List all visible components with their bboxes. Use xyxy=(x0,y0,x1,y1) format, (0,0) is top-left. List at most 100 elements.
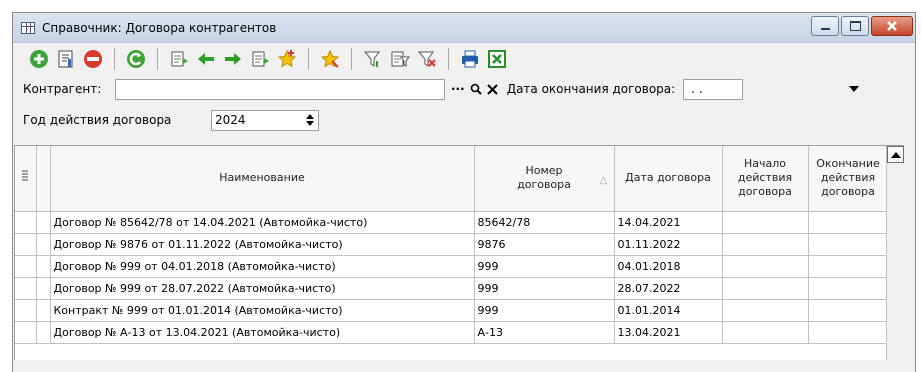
table-row[interactable]: Договор № 9876 от 01.11.2022 (Автомойка-… xyxy=(15,233,889,256)
paste-doc-icon xyxy=(252,51,269,67)
arrow-right-icon xyxy=(225,53,241,65)
cell-date: 14.04.2021 xyxy=(614,211,723,234)
row-selector[interactable] xyxy=(15,299,37,322)
row-selector[interactable] xyxy=(15,233,37,256)
chevron-down-icon[interactable] xyxy=(849,85,860,93)
cell-start xyxy=(722,277,809,300)
header-end[interactable]: Окончание действия договора xyxy=(808,146,889,212)
toolbar-separator xyxy=(157,48,158,70)
table-row[interactable]: Контракт № 999 от 01.01.2014 (Автомойка-… xyxy=(15,299,889,322)
filter-clear-icon xyxy=(417,51,436,67)
filter-set-icon xyxy=(391,51,410,67)
excel-export-button[interactable] xyxy=(485,47,509,71)
print-button[interactable] xyxy=(458,47,482,71)
move-right-button[interactable] xyxy=(221,47,245,71)
copy-doc-icon xyxy=(171,51,188,67)
print-icon xyxy=(462,50,478,68)
vertical-scrollbar[interactable] xyxy=(886,146,904,360)
refresh-button[interactable] xyxy=(124,47,148,71)
add-button[interactable] xyxy=(27,47,51,71)
toolbar-separator xyxy=(308,48,309,70)
row-selector[interactable] xyxy=(15,255,37,278)
copy-doc-button[interactable] xyxy=(167,47,191,71)
add-icon xyxy=(30,50,48,68)
contracts-table: Наименование Номер договора △ Дата догов… xyxy=(14,145,904,360)
toolbar-separator xyxy=(114,48,115,70)
toolbar-separator xyxy=(351,48,352,70)
cell-start xyxy=(722,299,809,322)
filter-panel: Контрагент: ··· Дата окончания договора:… xyxy=(13,76,915,133)
row-selector[interactable] xyxy=(15,211,37,234)
row-indicator xyxy=(36,277,51,300)
cell-date: 04.01.2018 xyxy=(614,255,723,278)
row-selector[interactable] xyxy=(15,277,37,300)
table-row[interactable]: Договор № 999 от 04.01.2018 (Автомойка-ч… xyxy=(15,255,889,278)
edit-button[interactable] xyxy=(54,47,78,71)
header-number[interactable]: Номер договора △ xyxy=(474,146,615,212)
header-date[interactable]: Дата договора xyxy=(614,146,723,212)
close-button[interactable] xyxy=(871,16,913,36)
minimize-button[interactable] xyxy=(811,16,839,36)
favorites-button[interactable] xyxy=(318,47,342,71)
end-date-label: Дата окончания договора: xyxy=(506,82,676,96)
cell-number: 999 xyxy=(474,299,615,322)
header-number-label: Номер договора xyxy=(517,164,571,192)
year-value: 2024 xyxy=(215,113,246,127)
filter-set-button[interactable] xyxy=(388,47,412,71)
cell-end xyxy=(808,255,889,278)
add-favorite-button[interactable] xyxy=(275,47,299,71)
stepper-arrows-icon[interactable] xyxy=(306,114,314,126)
end-date-input[interactable]: . . xyxy=(683,78,744,100)
columns-menu-icon xyxy=(22,170,29,181)
cell-end xyxy=(808,299,889,322)
table-row[interactable]: Договор № 999 от 28.07.2022 (Автомойка-ч… xyxy=(15,277,889,300)
filter-clear-button[interactable] xyxy=(415,47,439,71)
header-name[interactable]: Наименование xyxy=(50,146,475,212)
table-row[interactable]: Договор № А-13 от 13.04.2021 (Автомойка-… xyxy=(15,321,889,344)
add-favorite-icon xyxy=(277,49,297,68)
header-start[interactable]: Начало действия договора xyxy=(722,146,809,212)
cell-name: Договор № 999 от 28.07.2022 (Автомойка-ч… xyxy=(50,277,475,300)
window-title: Справочник: Договора контрагентов xyxy=(42,20,277,35)
cell-start xyxy=(722,321,809,344)
row-selector[interactable] xyxy=(15,321,37,344)
filter-button[interactable] xyxy=(361,47,385,71)
column-settings-cell[interactable] xyxy=(15,146,37,212)
year-stepper[interactable]: 2024 xyxy=(211,109,319,131)
contractor-select-button[interactable]: ··· xyxy=(451,82,465,96)
sort-ascending-icon: △ xyxy=(599,175,608,186)
cell-number: 999 xyxy=(474,255,615,278)
cell-end xyxy=(808,211,889,234)
cell-number: 85642/78 xyxy=(474,211,615,234)
table-row[interactable]: Договор № 85642/78 от 14.04.2021 (Автомо… xyxy=(15,211,889,234)
filter-row-year: Год действия договора 2024 xyxy=(23,107,915,133)
year-label: Год действия договора xyxy=(23,113,172,127)
move-left-button[interactable] xyxy=(194,47,218,71)
refresh-icon xyxy=(127,50,145,68)
cell-start xyxy=(722,255,809,278)
cell-name: Договор № 9876 от 01.11.2022 (Автомойка-… xyxy=(50,233,475,256)
title-bar[interactable]: Справочник: Договора контрагентов xyxy=(13,13,915,43)
grid-app-icon xyxy=(21,21,35,34)
filter-row-contractor: Контрагент: ··· Дата окончания договора:… xyxy=(23,76,915,102)
cell-name: Договор № А-13 от 13.04.2021 (Автомойка-… xyxy=(50,321,475,344)
cell-start xyxy=(722,211,809,234)
cell-number: 9876 xyxy=(474,233,615,256)
cell-date: 13.04.2021 xyxy=(614,321,723,344)
contractor-input[interactable] xyxy=(115,78,445,100)
delete-button[interactable] xyxy=(81,47,105,71)
cell-date: 01.11.2022 xyxy=(614,233,723,256)
row-indicator xyxy=(36,233,51,256)
search-icon[interactable] xyxy=(470,83,482,95)
scroll-up-button[interactable] xyxy=(887,146,904,163)
paste-doc-button[interactable] xyxy=(248,47,272,71)
cell-end xyxy=(808,277,889,300)
favorites-icon xyxy=(320,49,340,68)
cell-number: 999 xyxy=(474,277,615,300)
cell-number: А-13 xyxy=(474,321,615,344)
row-indicator xyxy=(36,255,51,278)
cell-name: Контракт № 999 от 01.01.2014 (Автомойка-… xyxy=(50,299,475,322)
clear-contractor-icon[interactable] xyxy=(486,83,498,95)
cell-end xyxy=(808,321,889,344)
maximize-button[interactable] xyxy=(841,16,869,36)
